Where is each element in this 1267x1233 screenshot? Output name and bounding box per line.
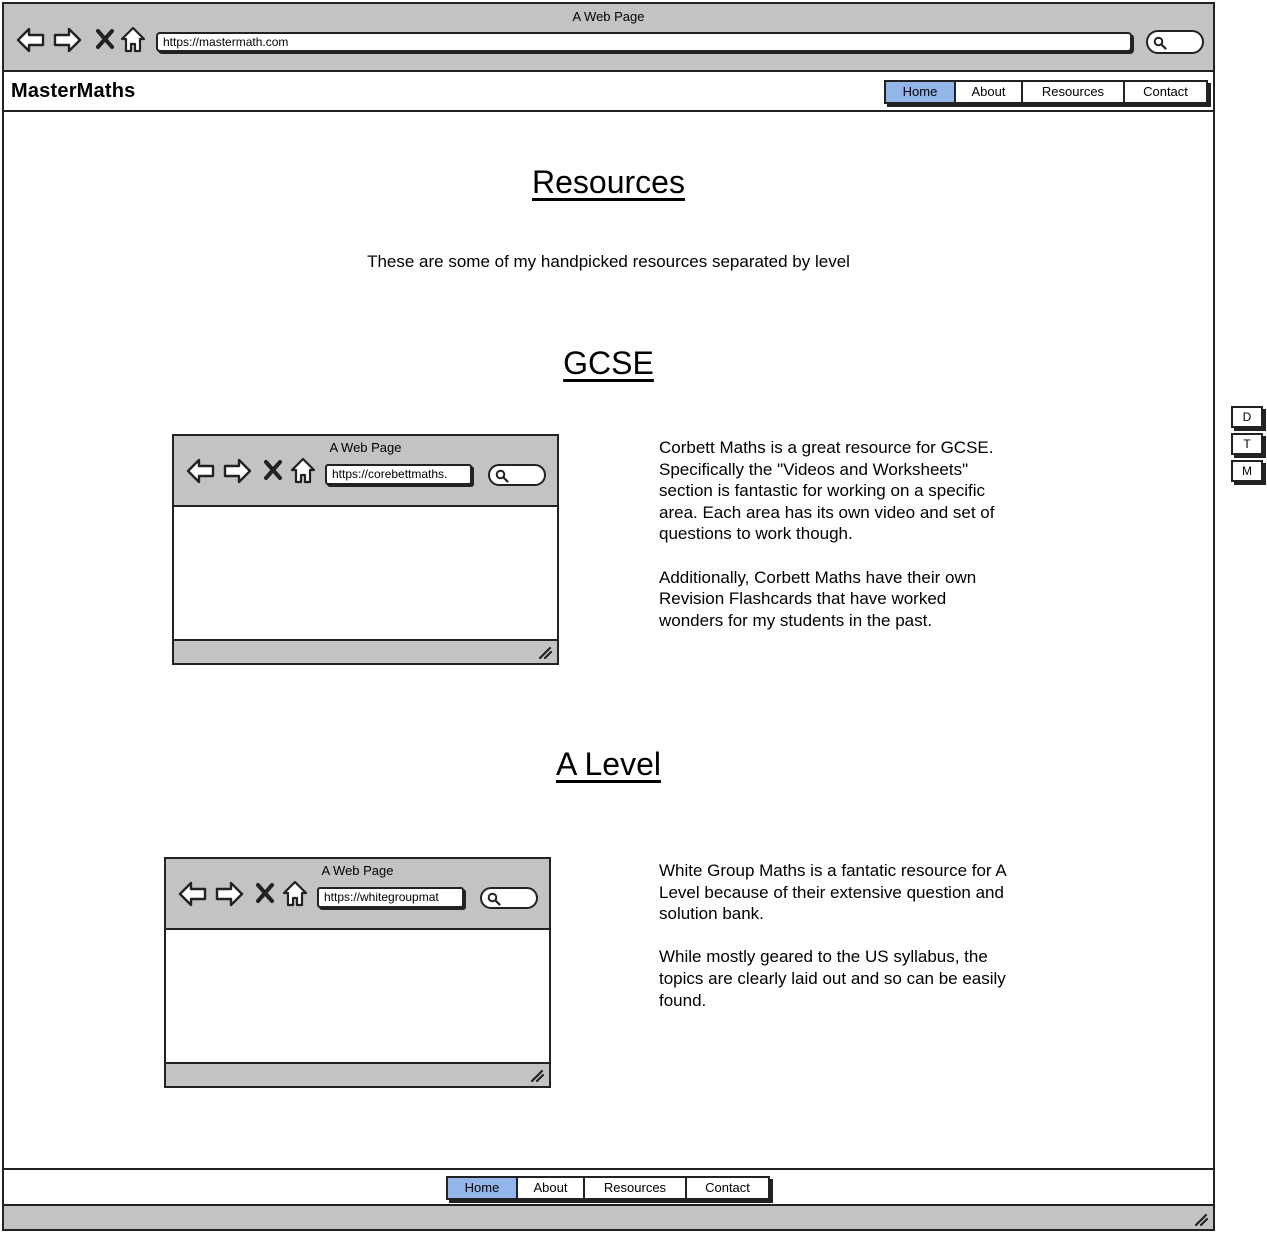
- stop-icon: [256, 883, 274, 903]
- footer-nav-resources[interactable]: Resources: [585, 1178, 687, 1198]
- search-icon: [487, 892, 501, 906]
- preview-address-bar: https://whitegroupmat: [317, 887, 464, 908]
- browser-window: A Web Page https://mastermath.com Master…: [2, 2, 1215, 1231]
- gcse-paragraph-2: Additionally, Corbett Maths have their o…: [659, 567, 977, 630]
- a-level-paragraph-1: White Group Maths is a fantatic resource…: [659, 861, 1006, 924]
- stop-icon[interactable]: [90, 26, 120, 54]
- preview-search-field: [480, 887, 538, 909]
- site-header: MasterMaths Home About Resources Contact: [4, 74, 1213, 112]
- footer-nav: Home About Resources Contact: [446, 1176, 770, 1200]
- side-button-m[interactable]: M: [1231, 460, 1263, 482]
- forward-arrow-icon: [215, 881, 244, 907]
- preview-address-bar: https://corebettmaths.: [325, 464, 472, 485]
- preview-toolbar: A Web Page https://corebettmaths.: [174, 436, 557, 507]
- home-icon[interactable]: [118, 26, 148, 54]
- search-icon: [1153, 36, 1167, 50]
- back-arrow-icon: [178, 881, 207, 907]
- footer-nav-home[interactable]: Home: [448, 1178, 518, 1198]
- nav-home[interactable]: Home: [886, 82, 956, 102]
- search-icon: [495, 469, 509, 483]
- nav-about[interactable]: About: [956, 82, 1023, 102]
- home-icon: [282, 880, 308, 907]
- a-level-description: White Group Maths is a fantatic resource…: [659, 860, 1009, 1011]
- gcse-paragraph-1: Corbett Maths is a great resource for GC…: [659, 438, 995, 544]
- preview-status-bar: [174, 639, 557, 663]
- section-heading-a-level: A Level: [556, 746, 661, 782]
- preview-toolbar: A Web Page https://whitegroupmat: [166, 859, 549, 930]
- preview-search-field: [488, 464, 546, 486]
- a-level-paragraph-2: While mostly geared to the US syllabus, …: [659, 947, 1006, 1010]
- forward-arrow-icon[interactable]: [52, 26, 82, 54]
- back-arrow-icon[interactable]: [16, 26, 46, 54]
- page-title: Resources: [532, 164, 685, 200]
- section-heading-gcse: GCSE: [563, 345, 654, 381]
- resource-preview-a-level[interactable]: A Web Page https://whitegroupmat: [164, 857, 551, 1088]
- resize-grip-icon: [538, 646, 553, 660]
- browser-search-field[interactable]: [1146, 30, 1204, 54]
- side-button-t[interactable]: T: [1231, 433, 1263, 455]
- resize-grip-icon: [530, 1069, 545, 1083]
- side-button-d[interactable]: D: [1231, 406, 1263, 428]
- address-bar[interactable]: https://mastermath.com: [156, 32, 1132, 52]
- footer-nav-contact[interactable]: Contact: [687, 1178, 768, 1198]
- preview-title: A Web Page: [329, 440, 402, 455]
- site-footer: Home About Resources Contact: [4, 1168, 1213, 1206]
- nav-contact[interactable]: Contact: [1125, 82, 1206, 102]
- back-arrow-icon: [186, 458, 215, 484]
- resize-grip-icon[interactable]: [1193, 1211, 1209, 1227]
- resource-preview-gcse[interactable]: A Web Page https://corebettmaths.: [172, 434, 559, 665]
- home-icon: [290, 457, 316, 484]
- stop-icon: [264, 460, 282, 480]
- nav-resources[interactable]: Resources: [1023, 82, 1125, 102]
- preview-status-bar: [166, 1062, 549, 1086]
- window-title: A Web Page: [572, 9, 645, 24]
- footer-nav-about[interactable]: About: [518, 1178, 585, 1198]
- browser-toolbar: A Web Page https://mastermath.com: [4, 4, 1213, 72]
- preview-title: A Web Page: [321, 863, 394, 878]
- gcse-description: Corbett Maths is a great resource for GC…: [659, 437, 1009, 631]
- forward-arrow-icon: [223, 458, 252, 484]
- header-nav: Home About Resources Contact: [884, 80, 1208, 104]
- browser-status-bar: [4, 1206, 1213, 1229]
- intro-text: These are some of my handpicked resource…: [367, 252, 850, 271]
- site-logo[interactable]: MasterMaths: [11, 80, 135, 103]
